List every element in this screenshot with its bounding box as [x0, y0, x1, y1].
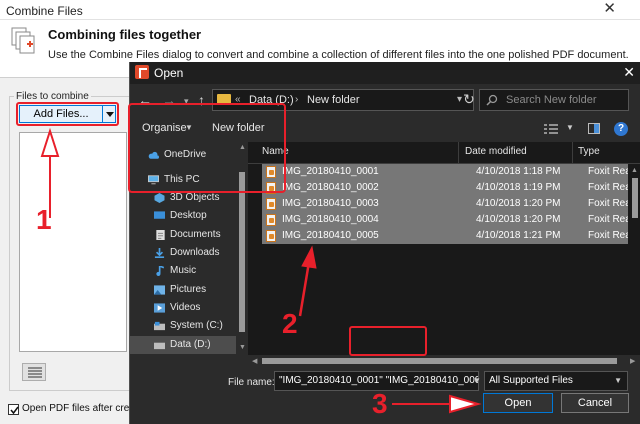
annotation-number-3: 3 [372, 388, 388, 419]
cube-icon [154, 193, 165, 203]
scrollbar-thumb[interactable] [262, 358, 617, 364]
nav-item-label: Videos [170, 302, 201, 313]
nav-item-label: Documents [170, 229, 221, 240]
foxit-app-icon [135, 65, 149, 79]
breadcrumb-new-folder[interactable]: New folder [307, 94, 360, 106]
column-date-modified[interactable]: Date modified [465, 146, 527, 157]
file-row[interactable]: IMG_20180410_0005 4/10/2018 1:21 PM Foxi… [262, 228, 640, 244]
close-icon[interactable]: ✕ [603, 1, 616, 17]
file-list-vertical-scrollbar[interactable]: ▲ [628, 164, 640, 354]
drive-icon [154, 342, 165, 350]
nav-item-documents[interactable]: Documents [130, 226, 236, 244]
open-button[interactable]: Open [483, 393, 553, 413]
column-type[interactable]: Type [578, 146, 600, 157]
window-title: Combine Files [6, 4, 83, 18]
file-name-label: File name: [228, 377, 275, 388]
column-headers: Name Date modified Type [248, 142, 640, 164]
nav-item-videos[interactable]: Videos [130, 299, 236, 317]
search-icon [486, 94, 498, 106]
combine-files-icon [11, 27, 35, 54]
file-list: Name Date modified Type IMG_20180410_000… [248, 142, 640, 355]
column-divider[interactable] [458, 142, 459, 164]
nav-item-label: Desktop [170, 210, 207, 221]
details-view-icon[interactable] [544, 124, 558, 134]
nav-item-label: System (C:) [170, 320, 223, 331]
nav-item-label: 3D Objects [170, 192, 220, 203]
nav-item-label: Music [170, 265, 197, 276]
header-title: Combining files together [48, 27, 202, 42]
search-placeholder: Search New folder [506, 94, 597, 106]
scroll-down-icon[interactable]: ▼ [239, 344, 246, 351]
nav-item-downloads[interactable]: Downloads [130, 244, 236, 262]
file-row[interactable]: IMG_20180410_0001 4/10/2018 1:18 PM Foxi… [262, 164, 640, 180]
pdf-file-icon [266, 230, 276, 242]
file-list-horizontal-scrollbar[interactable]: ◀ ▶ [248, 355, 640, 367]
nav-item-label: Pictures [170, 284, 207, 295]
breadcrumb-separator[interactable]: › [295, 94, 298, 105]
add-files-highlight-box [16, 102, 119, 126]
music-icon [156, 266, 165, 276]
scroll-up-icon[interactable]: ▲ [631, 167, 638, 174]
file-name: IMG_20180410_0005 [282, 230, 379, 241]
file-type-value: All Supported Files [489, 375, 573, 386]
file-date: 4/10/2018 1:19 PM [476, 182, 561, 193]
open-dialog-title: Open [154, 66, 184, 80]
pdf-file-icon [266, 198, 276, 210]
annotation-number-2: 2 [282, 308, 298, 339]
open-button-highlight-box [349, 326, 427, 356]
nav-item-system-c[interactable]: System (C:) [130, 317, 236, 335]
file-row[interactable]: IMG_20180410_0004 4/10/2018 1:20 PM Foxi… [262, 212, 640, 228]
nav-item-label: Downloads [170, 247, 220, 258]
drive-icon [154, 321, 165, 331]
chevron-down-icon: ▼ [614, 376, 622, 385]
file-date: 4/10/2018 1:18 PM [476, 166, 561, 177]
nav-item-music[interactable]: Music [130, 262, 236, 280]
preview-pane-icon[interactable] [588, 123, 600, 134]
pictures-icon [154, 285, 165, 295]
selected-files-highlight-box [128, 103, 286, 193]
help-icon[interactable]: ? [614, 122, 628, 136]
documents-icon [156, 230, 165, 240]
nav-item-label: Data (D:) [170, 339, 211, 350]
nav-item-pictures[interactable]: Pictures [130, 281, 236, 299]
nav-item-desktop[interactable]: Desktop [130, 207, 236, 225]
videos-icon [154, 303, 165, 313]
chevron-down-icon[interactable]: ▼ [473, 376, 481, 385]
scroll-left-icon[interactable]: ◀ [252, 357, 257, 365]
file-row[interactable]: IMG_20180410_0003 4/10/2018 1:20 PM Foxi… [262, 196, 640, 212]
cancel-button[interactable]: Cancel [561, 393, 629, 413]
checkmark-icon [10, 406, 19, 415]
list-view-button[interactable] [22, 363, 46, 381]
file-date: 4/10/2018 1:21 PM [476, 230, 561, 241]
annotation-number-1: 1 [36, 204, 52, 235]
scrollbar-thumb[interactable] [239, 172, 245, 332]
chevron-down-icon[interactable]: ▼ [566, 123, 574, 132]
list-view-icon [28, 367, 42, 378]
nav-item-data-d[interactable]: Data (D:) [130, 336, 236, 354]
file-name: IMG_20180410_0001 [282, 166, 379, 177]
open-dialog-titlebar: Open ✕ [130, 62, 640, 84]
file-row[interactable]: IMG_20180410_0002 4/10/2018 1:19 PM Foxi… [262, 180, 640, 196]
refresh-icon[interactable]: ↻ [458, 89, 480, 111]
file-name: IMG_20180410_0003 [282, 198, 379, 209]
header-description: Use the Combine Files dialog to convert … [48, 49, 629, 61]
file-date: 4/10/2018 1:20 PM [476, 214, 561, 225]
file-name: IMG_20180410_0002 [282, 182, 379, 193]
pdf-file-icon [266, 214, 276, 226]
scrollbar-thumb[interactable] [632, 178, 638, 218]
files-to-combine-label: Files to combine [14, 91, 91, 102]
scroll-right-icon[interactable]: ▶ [630, 357, 635, 365]
desktop-icon [154, 211, 165, 219]
column-divider[interactable] [572, 142, 573, 164]
search-input[interactable]: Search New folder [479, 89, 629, 111]
file-type-select[interactable]: All Supported Files ▼ [484, 371, 628, 391]
files-list[interactable] [19, 132, 127, 352]
file-name: IMG_20180410_0004 [282, 214, 379, 225]
close-icon[interactable]: ✕ [623, 64, 635, 81]
combine-files-titlebar: Combine Files ✕ [0, 0, 640, 20]
file-date: 4/10/2018 1:20 PM [476, 198, 561, 209]
open-after-creation-checkbox[interactable] [8, 404, 19, 415]
download-icon [154, 248, 165, 258]
